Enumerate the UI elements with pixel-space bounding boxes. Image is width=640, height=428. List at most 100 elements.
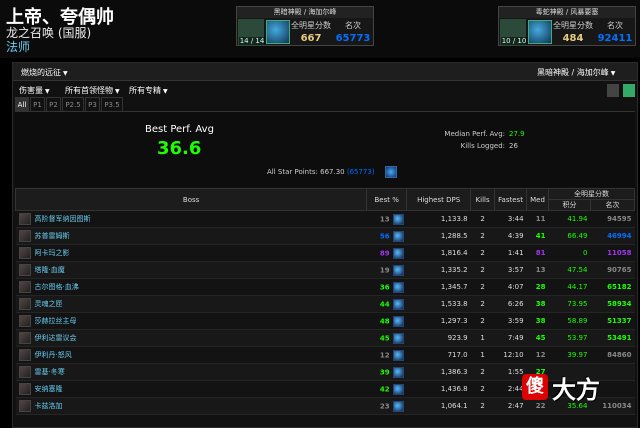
- highest-dps: 1,297.3: [406, 312, 471, 330]
- expansion-bar: 燃烧的远征 ▼ 黑暗神殿 / 海加尔峰 ▼: [13, 63, 637, 81]
- talent-icon[interactable]: [392, 213, 404, 225]
- talent-icon[interactable]: [392, 264, 404, 276]
- table-row[interactable]: 古尔图格·血沸 36 1,345.7 2 4:07 28 44.17 65182: [15, 278, 635, 296]
- table-row[interactable]: 灵魂之匣 44 1,533.8 2 6:26 38 73.95 58934: [15, 295, 635, 313]
- allstar-points: 53.97: [548, 329, 591, 347]
- best-percent-cell: 12: [366, 346, 407, 364]
- best-percent: 36: [379, 283, 390, 291]
- filter-bar: 伤害量 ▼ 所有首领怪物 ▼ 所有专精 ▼: [13, 82, 637, 97]
- best-percent-cell: 13: [366, 210, 407, 228]
- boss-name[interactable]: 伊利达雷议会: [35, 334, 77, 342]
- boss-cell: 卡兹洛加: [15, 397, 367, 415]
- boss-name[interactable]: 卡兹洛加: [35, 402, 63, 410]
- zone-boss-icon: [266, 20, 290, 44]
- zone-name: 黑暗神殿 / 海加尔峰: [237, 7, 373, 18]
- all-star-points: All Star Points: 667.30 (65773): [267, 168, 375, 176]
- zone-dropdown[interactable]: 黑暗神殿 / 海加尔峰 ▼: [537, 67, 615, 78]
- zone-rank-box-2[interactable]: 毒蛇神殿 / 风暴要塞 10 / 10 全明星分数 484 名次 92411: [498, 6, 636, 46]
- boss-cell: 伊利达雷议会: [15, 329, 367, 347]
- boss-name[interactable]: 安纳塞隆: [35, 385, 63, 393]
- tab-all[interactable]: All: [15, 97, 29, 111]
- boss-name[interactable]: 伊利丹·怒风: [35, 351, 72, 359]
- boss-name[interactable]: 塔隆·血魔: [35, 266, 65, 274]
- col-highest-dps[interactable]: Highest DPS: [406, 188, 472, 211]
- boss-cell: 灵魂之匣: [15, 295, 367, 313]
- compare-tool-icon[interactable]: [607, 84, 619, 97]
- best-percent-cell: 42: [366, 380, 407, 398]
- boss-portrait-icon: [18, 213, 31, 225]
- talent-icon[interactable]: [392, 315, 404, 327]
- boss-name[interactable]: 莎赫拉丝主母: [35, 317, 77, 325]
- spec-filter-dropdown[interactable]: 所有专精 ▼: [129, 85, 168, 96]
- table-row[interactable]: 伊利丹·怒风 12 717.0 1 12:10 12 39.97 84860: [15, 346, 635, 364]
- col-rank[interactable]: 名次: [589, 199, 636, 211]
- col-fastest[interactable]: Fastest: [494, 188, 528, 211]
- talent-icon[interactable]: [392, 349, 404, 361]
- fastest: 6:26: [494, 295, 527, 313]
- best-percent-cell: 45: [366, 329, 407, 347]
- rank-value: 65773: [335, 33, 371, 44]
- boss-portrait-icon: [18, 383, 31, 395]
- best-percent: 39: [379, 368, 390, 376]
- talent-icon[interactable]: [392, 281, 404, 293]
- talent-icon[interactable]: [392, 230, 404, 242]
- allstar-points-col: 全明星分数 667: [291, 20, 331, 44]
- table-row[interactable]: 阿卡玛之影 89 1,816.4 2 1:41 81 0 11058: [15, 244, 635, 262]
- asp-rank[interactable]: (65773): [347, 168, 375, 176]
- highest-dps: 1,335.2: [406, 261, 471, 279]
- boss-cell: 阿卡玛之影: [15, 244, 367, 262]
- metric-dropdown[interactable]: 伤害量 ▼: [19, 85, 50, 96]
- highest-dps: 1,133.8: [406, 210, 471, 228]
- boss-name[interactable]: 阿卡玛之影: [35, 249, 70, 257]
- talent-icon[interactable]: [392, 247, 404, 259]
- talent-icon[interactable]: [392, 332, 404, 344]
- col-med[interactable]: Med: [526, 188, 550, 211]
- kill-count: 10 / 10: [501, 37, 527, 45]
- boss-name[interactable]: 苏普雷姆斯: [35, 232, 70, 240]
- boss-portrait-icon: [18, 366, 31, 378]
- expansion-dropdown[interactable]: 燃烧的远征 ▼: [21, 67, 68, 78]
- talent-icon[interactable]: [385, 166, 397, 178]
- best-percent-cell: 56: [366, 227, 407, 245]
- col-points[interactable]: 积分: [548, 199, 591, 211]
- kills: 2: [470, 244, 495, 262]
- tab-p1[interactable]: P1: [30, 97, 45, 111]
- tab-p2-5[interactable]: P2.5: [62, 97, 84, 111]
- boss-name[interactable]: 高阶督军纳因图斯: [35, 215, 91, 223]
- tab-p3[interactable]: P3: [85, 97, 100, 111]
- kills: 1: [470, 346, 495, 364]
- table-row[interactable]: 苏普雷姆斯 56 1,288.5 2 4:39 41 66.49 46994: [15, 227, 635, 245]
- talent-icon[interactable]: [392, 400, 404, 412]
- highest-dps: 1,288.5: [406, 227, 471, 245]
- boss-name[interactable]: 灵魂之匣: [35, 300, 63, 308]
- boss-cell: 安纳塞隆: [15, 380, 367, 398]
- rank-value: 92411: [597, 33, 633, 44]
- tab-p2[interactable]: P2: [46, 97, 61, 111]
- fastest: 3:59: [494, 312, 527, 330]
- best-percent: 45: [379, 334, 390, 342]
- talent-icon[interactable]: [392, 383, 404, 395]
- talent-icon[interactable]: [392, 366, 404, 378]
- median: 45: [526, 329, 549, 347]
- fastest: 1:41: [494, 244, 527, 262]
- table-row[interactable]: 莎赫拉丝主母 48 1,297.3 2 3:59 38 58.89 51337: [15, 312, 635, 330]
- settings-icon[interactable]: [623, 84, 635, 97]
- fastest: 3:57: [494, 261, 527, 279]
- boss-name[interactable]: 古尔图格·血沸: [35, 283, 79, 291]
- fastest: 7:49: [494, 329, 527, 347]
- col-best[interactable]: Best %: [366, 188, 408, 211]
- talent-icon[interactable]: [392, 298, 404, 310]
- boss-name[interactable]: 雷基·冬寒: [35, 368, 65, 376]
- tab-p3-5[interactable]: P3.5: [101, 97, 123, 111]
- median: 12: [526, 346, 549, 364]
- zone-rank-box-1[interactable]: 黑暗神殿 / 海加尔峰 14 / 14 全明星分数 667 名次 65773: [236, 6, 374, 46]
- table-row[interactable]: 高阶督军纳因图斯 13 1,133.8 2 3:44 11 41.94 94595: [15, 210, 635, 228]
- table-row[interactable]: 伊利达雷议会 45 923.9 1 7:49 45 53.97 53491: [15, 329, 635, 347]
- allstar-rank: 58934: [590, 295, 635, 313]
- allstar-rank: 46994: [590, 227, 635, 245]
- boss-filter-dropdown[interactable]: 所有首领怪物 ▼: [65, 85, 120, 96]
- table-row[interactable]: 塔隆·血魔 19 1,335.2 2 3:57 13 47.54 90765: [15, 261, 635, 279]
- col-boss[interactable]: Boss: [14, 188, 368, 211]
- best-percent-cell: 89: [366, 244, 407, 262]
- col-kills[interactable]: Kills: [470, 188, 496, 211]
